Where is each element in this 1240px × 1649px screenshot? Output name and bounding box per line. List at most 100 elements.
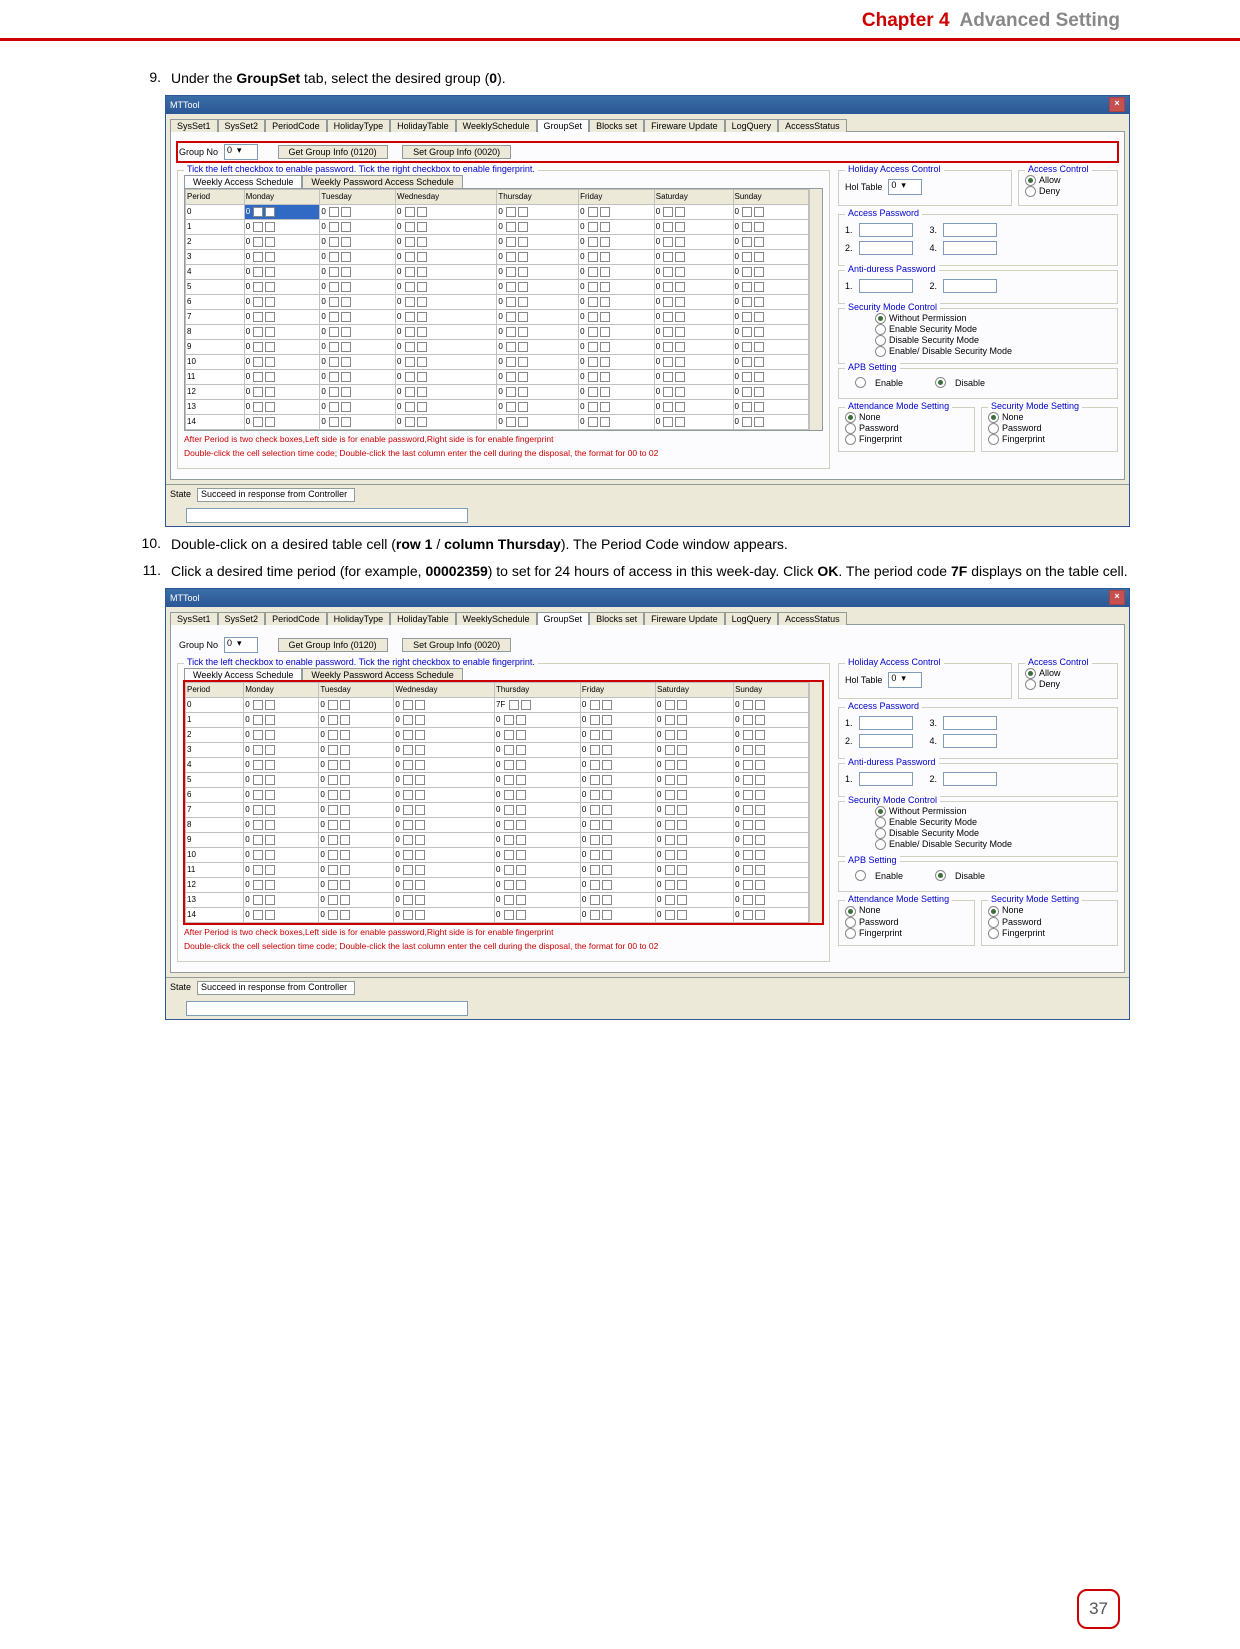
checkbox-password[interactable] [665,715,675,725]
checkbox-fingerprint[interactable] [516,775,526,785]
checkbox-password[interactable] [588,327,598,337]
radio-ams-none[interactable] [845,906,856,917]
checkbox-password[interactable] [506,417,516,427]
checkbox-fingerprint[interactable] [516,865,526,875]
checkbox-fingerprint[interactable] [265,222,275,232]
checkbox-fingerprint[interactable] [677,790,687,800]
table-cell[interactable]: 0 [654,219,733,234]
checkbox-password[interactable] [665,805,675,815]
checkbox-password[interactable] [328,775,338,785]
checkbox-fingerprint[interactable] [516,835,526,845]
checkbox-password[interactable] [328,865,338,875]
checkbox-password[interactable] [590,850,600,860]
table-cell[interactable]: 0 [734,742,809,757]
checkbox-fingerprint[interactable] [755,880,765,890]
checkbox-password[interactable] [253,237,263,247]
tab-weeklyschedule[interactable]: WeeklySchedule [456,612,537,625]
checkbox-password[interactable] [506,312,516,322]
tab-holidaytype[interactable]: HolidayType [327,119,391,132]
table-cell[interactable]: 0 [396,369,497,384]
checkbox-fingerprint[interactable] [516,895,526,905]
checkbox-fingerprint[interactable] [754,327,764,337]
checkbox-password[interactable] [590,730,600,740]
table-cell[interactable]: 0 [497,279,579,294]
table-cell[interactable]: 0 [394,847,495,862]
checkbox-password[interactable] [665,760,675,770]
checkbox-fingerprint[interactable] [600,237,610,247]
radio-sms-none[interactable] [988,412,999,423]
checkbox-password[interactable] [403,700,413,710]
table-cell[interactable]: 0 [319,742,394,757]
table-cell[interactable]: 0 [244,787,319,802]
table-cell[interactable]: 0 [396,219,497,234]
table-cell[interactable]: 0 [394,802,495,817]
checkbox-fingerprint[interactable] [417,357,427,367]
table-cell[interactable]: 0 [320,399,396,414]
table-cell[interactable]: 0 [244,324,320,339]
checkbox-password[interactable] [590,895,600,905]
checkbox-password[interactable] [504,895,514,905]
checkbox-password[interactable] [742,372,752,382]
checkbox-password[interactable] [590,775,600,785]
checkbox-password[interactable] [405,342,415,352]
checkbox-fingerprint[interactable] [265,865,275,875]
checkbox-fingerprint[interactable] [755,820,765,830]
checkbox-fingerprint[interactable] [265,790,275,800]
checkbox-fingerprint[interactable] [340,850,350,860]
checkbox-fingerprint[interactable] [602,700,612,710]
table-cell[interactable]: 0 [319,727,394,742]
table-cell[interactable]: 0 [579,219,655,234]
checkbox-fingerprint[interactable] [340,910,350,920]
checkbox-password[interactable] [663,297,673,307]
table-cell[interactable]: 0 [244,847,319,862]
subtab-weekly-password[interactable]: Weekly Password Access Schedule [302,175,462,188]
table-cell[interactable]: 0 [580,862,655,877]
table-cell[interactable]: 0 [580,832,655,847]
table-cell[interactable]: 0 [655,832,733,847]
checkbox-fingerprint[interactable] [755,745,765,755]
checkbox-password[interactable] [504,745,514,755]
table-cell[interactable]: 0 [579,294,655,309]
checkbox-password[interactable] [253,222,263,232]
checkbox-fingerprint[interactable] [677,700,687,710]
checkbox-password[interactable] [665,865,675,875]
checkbox-password[interactable] [743,700,753,710]
table-cell[interactable]: 0 [396,279,497,294]
checkbox-fingerprint[interactable] [265,745,275,755]
table-cell[interactable]: 0 [654,279,733,294]
table-cell[interactable]: 0 [320,339,396,354]
table-cell[interactable]: 0 [654,384,733,399]
table-cell[interactable]: 0 [579,339,655,354]
checkbox-password[interactable] [506,252,516,262]
checkbox-password[interactable] [742,402,752,412]
table-cell[interactable]: 0 [580,787,655,802]
radio-smc-1[interactable] [875,313,886,324]
access-pw-1[interactable] [859,223,913,237]
table-cell[interactable]: 0 [655,757,733,772]
table-cell[interactable]: 0 [579,324,655,339]
checkbox-password[interactable] [253,297,263,307]
checkbox-password[interactable] [742,387,752,397]
table-cell[interactable]: 0 [654,339,733,354]
checkbox-fingerprint[interactable] [265,312,275,322]
checkbox-password[interactable] [588,267,598,277]
radio-deny[interactable] [1025,679,1036,690]
tab-groupset[interactable]: GroupSet [537,119,590,132]
checkbox-fingerprint[interactable] [340,820,350,830]
checkbox-password[interactable] [253,775,263,785]
checkbox-password[interactable] [329,267,339,277]
checkbox-password[interactable] [403,820,413,830]
checkbox-password[interactable] [253,730,263,740]
checkbox-fingerprint[interactable] [677,730,687,740]
checkbox-fingerprint[interactable] [518,357,528,367]
subtab-weekly-password[interactable]: Weekly Password Access Schedule [302,668,462,681]
checkbox-password[interactable] [506,342,516,352]
table-cell[interactable]: 0 [320,204,396,219]
checkbox-fingerprint[interactable] [600,252,610,262]
table-cell[interactable]: 0 [733,354,809,369]
checkbox-fingerprint[interactable] [602,805,612,815]
checkbox-fingerprint[interactable] [677,820,687,830]
checkbox-fingerprint[interactable] [518,387,528,397]
checkbox-fingerprint[interactable] [340,715,350,725]
checkbox-fingerprint[interactable] [675,357,685,367]
